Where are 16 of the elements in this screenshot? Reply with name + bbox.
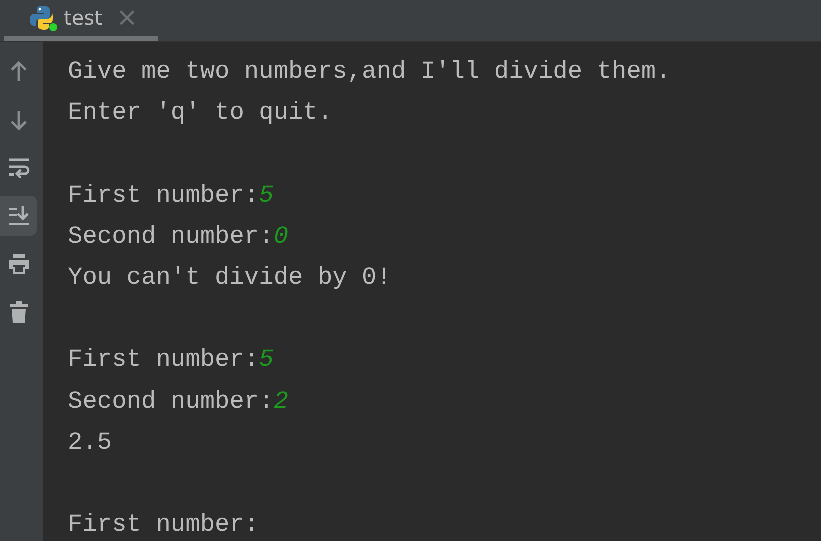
output-text: First number: [68, 347, 260, 374]
user-input-text: 2 [274, 388, 289, 416]
user-input-text: 5 [259, 347, 274, 374]
output-text: Second number: [68, 388, 274, 416]
output-text: Second number: [68, 224, 274, 251]
output-text: You can't divide by 0! [68, 264, 392, 292]
output-text: First number: [68, 512, 260, 540]
output-text: Give me two numbers,and I'll divide them. [68, 59, 671, 86]
output-text: First number: [68, 182, 260, 210]
user-input-text: 0 [274, 224, 289, 251]
python-file-icon [30, 4, 58, 32]
output-text: 2.5 [68, 430, 112, 457]
tab-label: test [64, 6, 102, 30]
scroll-to-end-icon[interactable] [0, 196, 37, 236]
output-text: Enter 'q' to quit. [68, 100, 333, 128]
user-input-text: 5 [259, 182, 274, 210]
